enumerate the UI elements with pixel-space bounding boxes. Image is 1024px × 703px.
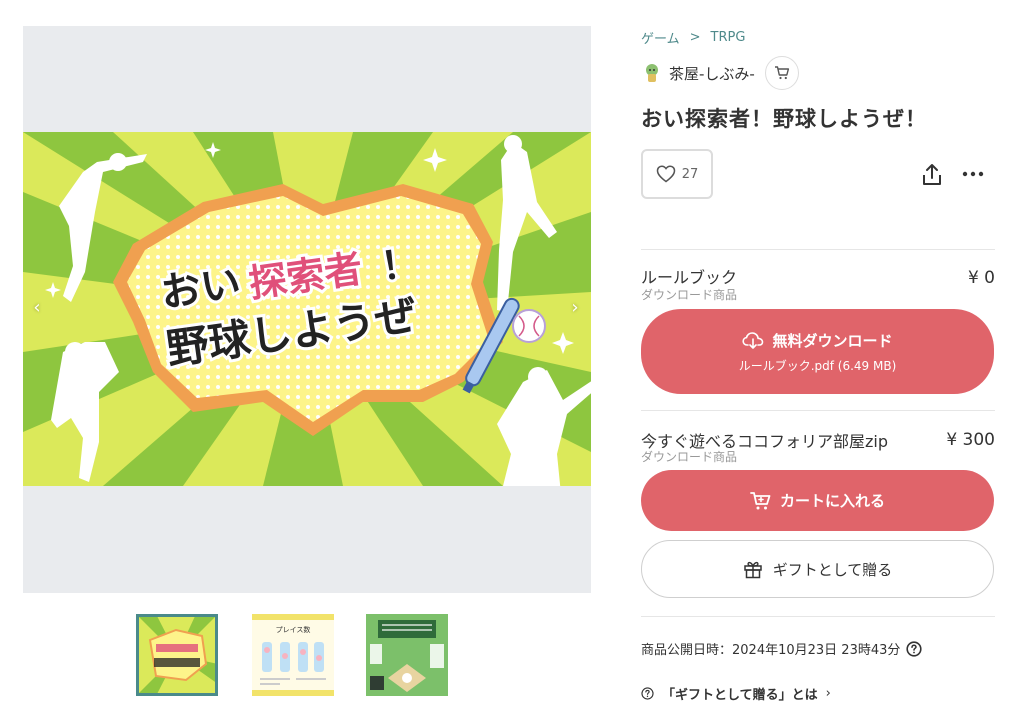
add-to-cart-button[interactable]: カートに入れる xyxy=(641,470,994,531)
hero-text-line1-c: ！ xyxy=(378,240,422,289)
share-icon xyxy=(923,164,941,185)
item-name-rulebook: ルールブック xyxy=(641,268,738,287)
shop-name-link[interactable]: 茶屋-しぶみ- xyxy=(669,63,755,84)
gift-button-label: ギフトとして贈る xyxy=(772,560,893,579)
divider xyxy=(641,249,995,250)
cloud-download-icon xyxy=(742,332,764,349)
free-download-label: 無料ダウンロード xyxy=(772,331,893,350)
product-image-gallery: おい 探索者 ！ 野球しようぜ ‹ › xyxy=(23,26,591,593)
cart-icon xyxy=(774,66,789,80)
cart-icon xyxy=(750,491,771,509)
breadcrumb: ゲーム > TRPG xyxy=(641,28,745,47)
item-price-rulebook: ¥ 0 xyxy=(967,268,995,288)
shop-mascot-icon xyxy=(646,64,658,82)
more-dots-icon xyxy=(962,171,984,177)
help-circle-icon[interactable] xyxy=(906,640,922,657)
like-button[interactable]: 27 xyxy=(641,149,713,199)
gallery-next-arrow-icon[interactable]: › xyxy=(565,296,585,320)
item-type-rulebook: ダウンロード商品 xyxy=(641,288,738,302)
shop-row: 茶屋-しぶみ- xyxy=(641,56,799,90)
divider xyxy=(641,616,995,617)
share-button[interactable] xyxy=(920,162,944,188)
chevron-right-icon: › xyxy=(825,686,831,701)
divider xyxy=(641,410,995,411)
published-date-text: 商品公開日時：2024年10月23日 23時43分 xyxy=(641,643,901,658)
add-to-cart-label: カートに入れる xyxy=(779,492,885,510)
more-options-button[interactable] xyxy=(961,162,985,186)
free-download-button[interactable]: 無料ダウンロード ルールブック.pdf (6.49 MB) xyxy=(641,309,994,394)
thumbnail-2[interactable]: プレイス数 xyxy=(252,614,334,696)
item-price-ccfolia-room: ¥ 300 xyxy=(946,430,995,450)
product-title: おい探索者！野球しようぜ！ xyxy=(641,107,927,131)
breadcrumb-subcategory-link[interactable]: TRPG xyxy=(711,30,746,45)
breadcrumb-category-link[interactable]: ゲーム xyxy=(641,28,680,47)
gallery-prev-arrow-icon[interactable]: ‹ xyxy=(27,296,47,320)
gift-help-label: 「ギフトとして贈る」とは xyxy=(662,688,818,703)
like-count: 27 xyxy=(681,166,699,182)
heart-icon xyxy=(656,165,675,183)
breadcrumb-separator: > xyxy=(689,30,701,45)
thumbnail-1[interactable] xyxy=(136,614,218,696)
question-circle-icon xyxy=(641,687,654,700)
gift-help-link[interactable]: 「ギフトとして贈る」とは › xyxy=(641,684,831,703)
thumbnail-2-caption: プレイス数 xyxy=(276,625,311,634)
gift-icon xyxy=(743,561,762,579)
hero-image[interactable]: おい 探索者 ！ 野球しようぜ xyxy=(23,132,591,486)
item-type-ccfolia-room: ダウンロード商品 xyxy=(641,450,738,464)
download-file-info: ルールブック.pdf (6.49 MB) xyxy=(738,358,897,373)
shop-avatar[interactable] xyxy=(641,62,663,84)
shop-cart-button[interactable] xyxy=(764,56,799,90)
gift-button[interactable]: ギフトとして贈る xyxy=(641,540,994,598)
thumbnail-3[interactable] xyxy=(366,614,448,696)
thumbnail-strip: プレイス数 xyxy=(0,614,600,696)
published-date: 商品公開日時：2024年10月23日 23時43分 xyxy=(641,639,922,658)
